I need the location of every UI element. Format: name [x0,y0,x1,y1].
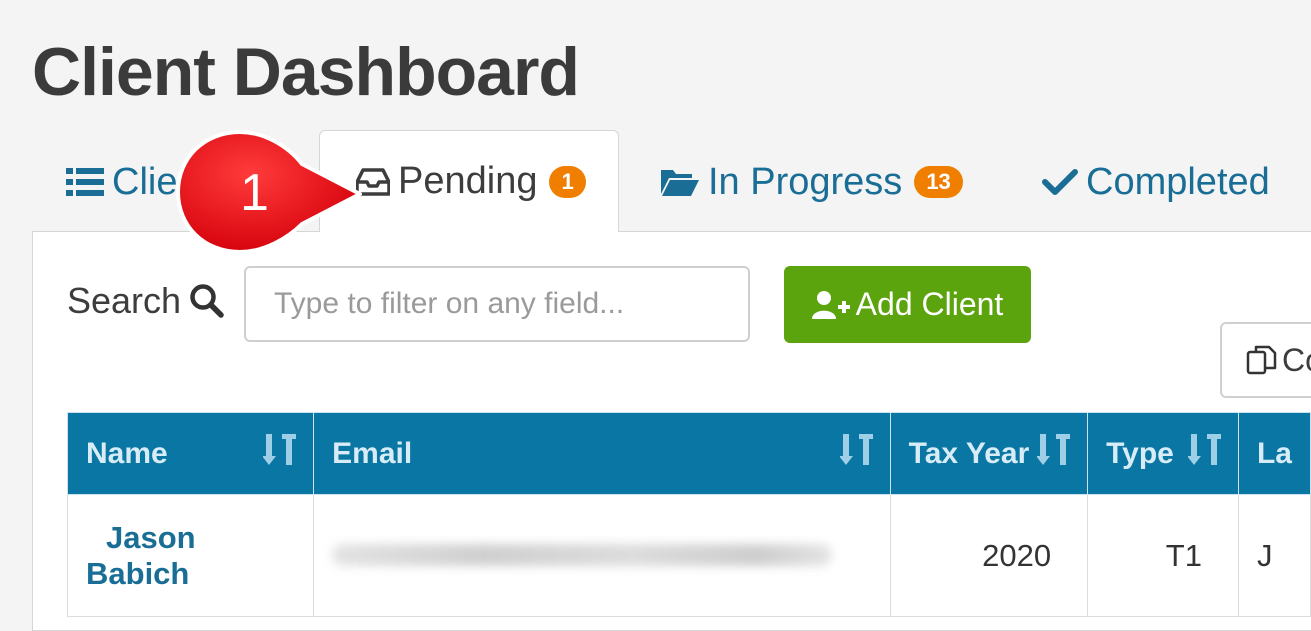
cell-tax-year: 2020 [889,494,1089,617]
add-client-label: Add Client [855,286,1004,322]
tab-completed[interactable]: Completed [1042,132,1270,232]
callout-marker [176,130,362,254]
sort-icon[interactable] [838,433,874,474]
search-input[interactable] [244,266,750,342]
column-header-label: Tax Year [908,436,1030,470]
search-icon [189,283,225,319]
page-title: Client Dashboard [32,34,580,110]
column-header-tax-year[interactable]: Tax Year [889,412,1089,495]
column-header-email[interactable]: Email [313,412,891,495]
sort-icon[interactable] [1186,433,1222,474]
sort-icon[interactable] [1036,433,1071,474]
copy-button[interactable]: Co [1220,322,1311,398]
add-user-icon [811,290,850,320]
column-header-type[interactable]: Type [1087,412,1239,495]
cell-name: Jason Babich [66,494,315,617]
tab-in-progress[interactable]: In Progress 13 [660,132,963,232]
list-icon [66,167,104,197]
column-header-last[interactable]: La [1237,412,1311,495]
column-header-label: La [1256,436,1292,470]
sort-icon[interactable] [262,433,297,474]
column-header-label: Type [1106,436,1174,470]
check-icon [1042,168,1078,196]
table-header-row: Name Email Tax Year Type La [66,412,1311,495]
search-label: Search [67,280,225,322]
tab-completed-label: Completed [1086,160,1270,203]
column-header-label: Email [332,436,413,470]
add-client-button[interactable]: Add Client [784,266,1031,343]
tab-clients-label: Clie [112,160,178,203]
callout-number: 1 [240,164,269,222]
column-header-name[interactable]: Name [66,412,315,495]
tab-clients[interactable]: Clie [66,132,177,232]
search-label-text: Search [67,280,182,321]
folder-open-icon [660,167,700,197]
table-row[interactable]: Jason Babich 2020 T1 J [66,494,1311,617]
clients-table: Name Email Tax Year Type La Jason Babich… [66,412,1311,617]
client-name-link[interactable]: Jason Babich [86,520,196,591]
cell-email [313,494,891,617]
cell-type: T1 [1087,494,1239,617]
copy-icon [1246,344,1278,376]
copy-button-label: Co [1282,341,1311,378]
tab-pending-label: Pending [398,160,538,202]
in-progress-count-badge: 13 [914,166,963,198]
pending-count-badge: 1 [549,165,586,198]
cell-last: J [1237,494,1311,617]
tab-in-progress-label: In Progress [708,160,903,203]
email-redacted [332,543,833,566]
column-header-label: Name [86,436,168,470]
